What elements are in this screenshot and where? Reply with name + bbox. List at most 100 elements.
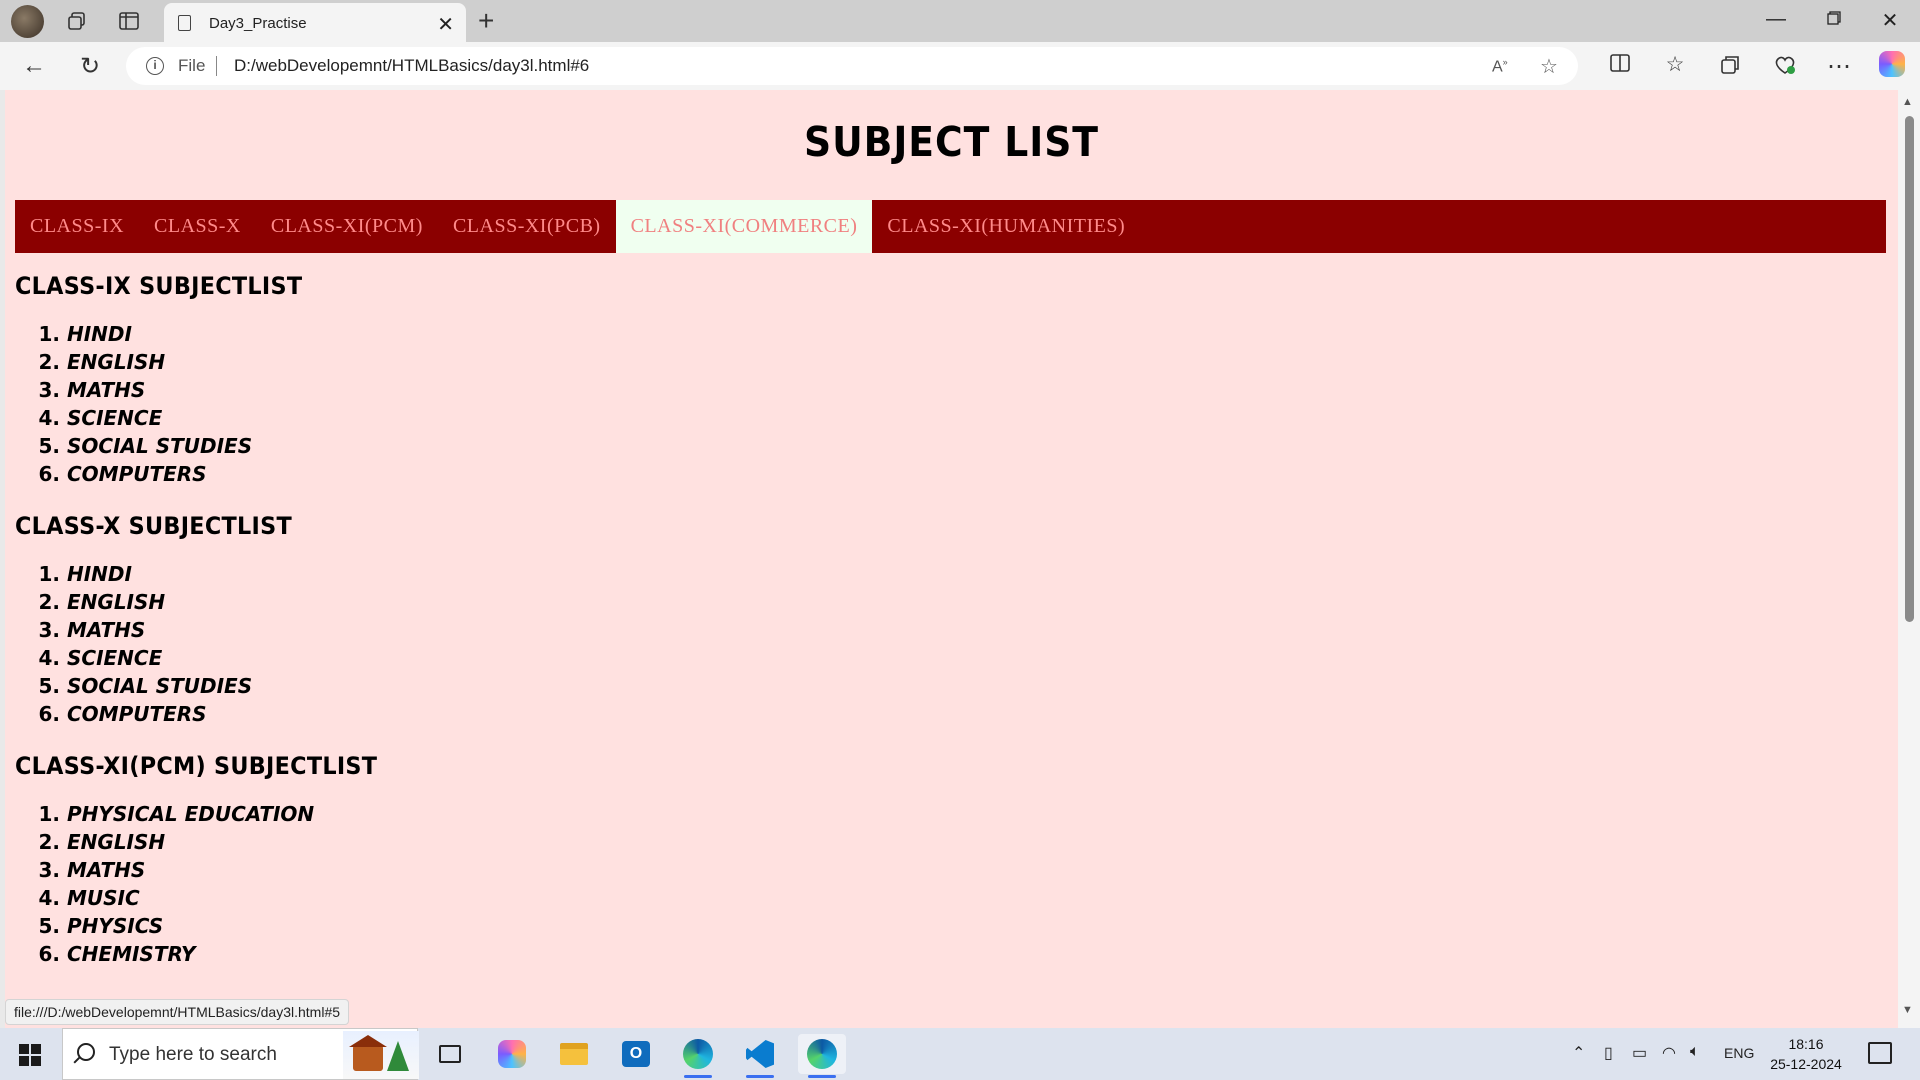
list-item: MATHS	[67, 616, 313, 644]
more-options-icon[interactable]: ⋯	[1823, 52, 1855, 81]
subject-list: HINDI ENGLISH MATHS SCIENCE SOCIAL STUDI…	[15, 320, 324, 488]
show-hidden-icons[interactable]: ⌃	[1572, 1043, 1585, 1063]
navigation-bar: ← ↻ i File D:/webDevelopemnt/HTMLBasics/…	[0, 42, 1920, 90]
page-title: SUBJECT LIST	[804, 118, 1099, 166]
workspaces-icon[interactable]	[61, 6, 93, 36]
list-item: ENGLISH	[67, 828, 405, 856]
section-title: CLASS-IX SUBJECTLIST	[15, 272, 303, 300]
device-icon[interactable]: ▯	[1604, 1043, 1613, 1063]
info-icon[interactable]: i	[146, 57, 164, 75]
task-view-icon	[439, 1045, 461, 1063]
split-screen-icon[interactable]	[1604, 54, 1636, 78]
language-indicator[interactable]: ENG	[1724, 1045, 1754, 1061]
list-item: SCIENCE	[67, 644, 313, 672]
copilot-app-icon	[498, 1040, 526, 1068]
search-placeholder: Type here to search	[109, 1044, 277, 1065]
nav-link-class-x[interactable]: CLASS-X	[139, 200, 256, 253]
search-highlight-image	[343, 1031, 419, 1079]
list-item: SOCIAL STUDIES	[67, 672, 313, 700]
tab-title: Day3_Practise	[209, 14, 307, 32]
list-item: MATHS	[67, 376, 324, 404]
scroll-up-icon[interactable]: ▲	[1902, 96, 1913, 108]
taskbar-edge[interactable]	[674, 1034, 722, 1078]
close-window-button[interactable]: ✕	[1870, 8, 1910, 33]
taskbar-edge-active[interactable]	[798, 1034, 846, 1078]
battery-icon[interactable]: ▭	[1632, 1043, 1647, 1063]
taskbar: Type here to search O ⌃ ▯ ▭ ◠ 🔈︎ ENG 18:…	[0, 1028, 1920, 1080]
list-item: PHYSICAL EDUCATION	[67, 800, 405, 828]
vertical-scrollbar[interactable]: ▲ ▼	[1898, 90, 1920, 1028]
clock-date: 25-12-2024	[1770, 1056, 1842, 1072]
system-clock[interactable]: 18:16 25-12-2024	[1766, 1034, 1846, 1074]
taskbar-outlook[interactable]: O	[612, 1034, 660, 1074]
profile-avatar[interactable]	[11, 5, 44, 38]
taskbar-vscode[interactable]	[736, 1034, 784, 1078]
link-status-bubble: file:///D:/webDevelopemnt/HTMLBasics/day…	[5, 999, 350, 1025]
taskbar-copilot[interactable]	[488, 1034, 536, 1074]
copilot-icon[interactable]	[1876, 51, 1908, 84]
list-item: ENGLISH	[67, 348, 324, 376]
back-icon[interactable]: ←	[18, 52, 50, 80]
read-aloud-icon[interactable]: A»	[1492, 57, 1508, 76]
new-tab-button[interactable]: +	[478, 5, 494, 37]
close-tab-icon[interactable]: ✕	[437, 12, 454, 37]
scheme-label: File	[178, 56, 206, 75]
nav-link-class-ix[interactable]: CLASS-IX	[15, 200, 139, 253]
class-navbar: CLASS-IX CLASS-X CLASS-XI(PCM) CLASS-XI(…	[15, 200, 1886, 253]
list-item: MATHS	[67, 856, 405, 884]
refresh-icon[interactable]: ↻	[74, 52, 106, 81]
subject-list: HINDI ENGLISH MATHS SCIENCE SOCIAL STUDI…	[15, 560, 313, 728]
list-item: CHEMISTRY	[67, 940, 405, 968]
browser-window: Day3_Practise ✕ + — ✕ ← ↻ i File D:/webD…	[0, 0, 1920, 1080]
list-item: SCIENCE	[67, 404, 324, 432]
address-separator	[216, 56, 217, 76]
favorite-star-icon[interactable]: ☆	[1540, 54, 1558, 79]
active-tab[interactable]: Day3_Practise ✕	[164, 3, 466, 43]
nav-link-class-xi-humanities[interactable]: CLASS-XI(HUMANITIES)	[872, 200, 1140, 253]
task-view-button[interactable]	[426, 1034, 474, 1074]
vscode-icon	[746, 1040, 774, 1068]
list-item: PHYSICS	[67, 912, 405, 940]
clock-time: 18:16	[1788, 1036, 1824, 1052]
scroll-thumb[interactable]	[1905, 116, 1914, 622]
wifi-icon[interactable]: ◠	[1662, 1043, 1676, 1063]
nav-link-class-xi-pcm[interactable]: CLASS-XI(PCM)	[256, 200, 438, 253]
section-title: CLASS-XI(PCM) SUBJECTLIST	[15, 752, 378, 780]
house-icon	[349, 1035, 387, 1071]
taskbar-file-explorer[interactable]	[550, 1034, 598, 1074]
section-class-xi-pcm: CLASS-XI(PCM) SUBJECTLIST PHYSICAL EDUCA…	[15, 752, 405, 968]
list-item: ENGLISH	[67, 588, 313, 616]
restore-button[interactable]	[1814, 8, 1854, 31]
taskbar-search[interactable]: Type here to search	[62, 1028, 419, 1080]
outlook-icon: O	[622, 1041, 650, 1067]
list-item: HINDI	[67, 560, 313, 588]
search-icon	[77, 1043, 95, 1061]
address-bar[interactable]: i File D:/webDevelopemnt/HTMLBasics/day3…	[126, 47, 1578, 85]
nav-link-class-xi-pcb[interactable]: CLASS-XI(PCB)	[438, 200, 616, 253]
section-title: CLASS-X SUBJECTLIST	[15, 512, 292, 540]
list-item: COMPUTERS	[67, 460, 324, 488]
title-bar: Day3_Practise ✕ + — ✕	[0, 0, 1920, 43]
notifications-icon[interactable]	[1868, 1042, 1892, 1064]
windows-start-icon[interactable]	[19, 1044, 41, 1066]
page-viewport: SUBJECT LIST CLASS-IX CLASS-X CLASS-XI(P…	[5, 90, 1898, 1028]
document-icon	[178, 15, 191, 31]
nav-link-class-xi-commerce[interactable]: CLASS-XI(COMMERCE)	[615, 200, 873, 253]
tree-icon	[387, 1041, 409, 1071]
subject-list: PHYSICAL EDUCATION ENGLISH MATHS MUSIC P…	[15, 800, 405, 968]
minimize-button[interactable]: —	[1756, 8, 1796, 31]
list-item: MUSIC	[67, 884, 405, 912]
volume-icon[interactable]: 🔈︎	[1690, 1043, 1700, 1061]
scroll-down-icon[interactable]: ▼	[1902, 1004, 1913, 1016]
browser-essentials-icon[interactable]	[1769, 54, 1801, 82]
list-item: COMPUTERS	[67, 700, 313, 728]
list-item: SOCIAL STUDIES	[67, 432, 324, 460]
list-item: HINDI	[67, 320, 324, 348]
collections-icon[interactable]	[1714, 54, 1746, 82]
url-text[interactable]: D:/webDevelopemnt/HTMLBasics/day3l.html#…	[234, 56, 589, 76]
folder-icon	[560, 1043, 588, 1065]
vertical-tabs-icon[interactable]	[113, 6, 145, 36]
favorites-icon[interactable]: ☆	[1659, 52, 1691, 77]
edge-icon	[807, 1039, 837, 1069]
edge-icon	[683, 1039, 713, 1069]
